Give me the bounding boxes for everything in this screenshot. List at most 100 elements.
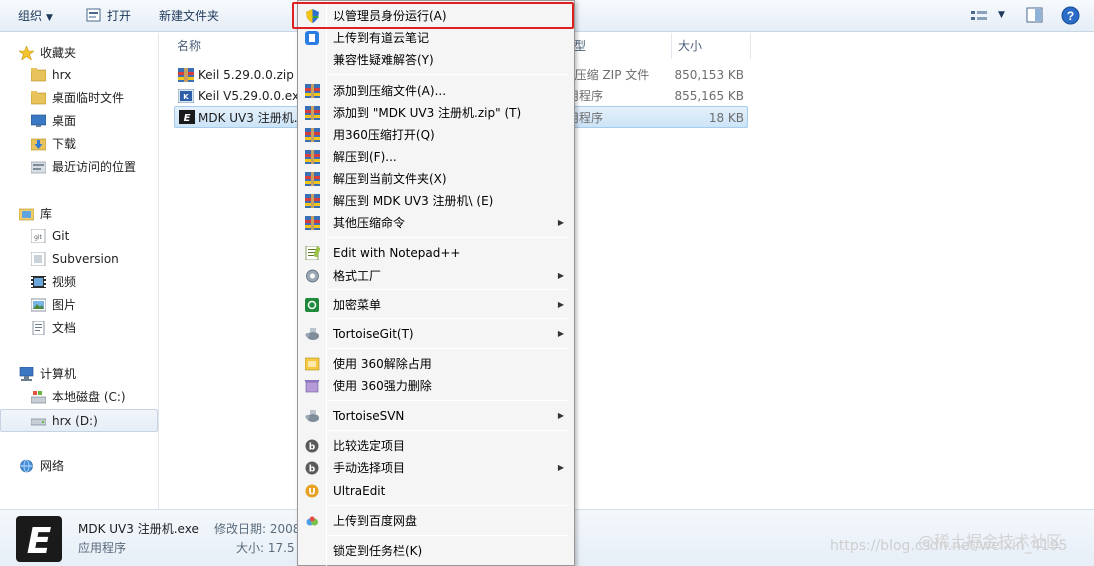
format-factory-icon	[305, 269, 320, 283]
nav-favorites[interactable]: 收藏夹	[0, 42, 158, 64]
menu-item-label: 比较选定项目	[333, 439, 406, 453]
nav-item-desktop-temp[interactable]: 桌面临时文件	[0, 87, 158, 109]
menu-item-label: 手动选择项目	[333, 461, 406, 475]
submenu-arrow-icon: ▶	[557, 218, 564, 227]
winrar-icon	[305, 84, 320, 98]
nav-network-label: 网络	[40, 459, 65, 473]
menu-item[interactable]: b 手动选择项目 ▶	[300, 457, 572, 479]
nav-item-videos[interactable]: 视频	[0, 271, 158, 293]
winrar-icon	[305, 106, 320, 120]
menu-item-label: 添加到 "MDK UV3 注册机.zip" (T)	[333, 106, 522, 120]
menu-item-label: 锁定到任务栏(K)	[333, 544, 423, 558]
preview-pane-icon[interactable]	[1026, 7, 1044, 24]
winrar-icon	[305, 128, 320, 142]
submenu-arrow-icon: ▶	[557, 411, 564, 420]
nav-network[interactable]: 网络	[0, 455, 158, 477]
keygen-icon: E	[16, 516, 62, 562]
column-divider[interactable]	[750, 33, 751, 59]
delete-360-icon	[305, 380, 319, 393]
youdao-note-icon	[305, 31, 320, 45]
organize-button[interactable]: 组织 ▼	[18, 0, 53, 32]
nav-item-git[interactable]: git Git	[0, 225, 158, 247]
menu-item[interactable]: 添加到压缩文件(A)...	[300, 80, 572, 102]
column-divider[interactable]	[671, 33, 672, 59]
documents-library-icon	[32, 321, 45, 335]
nav-item-label: 桌面临时文件	[52, 91, 125, 105]
baidu-cloud-icon	[305, 514, 320, 528]
nav-item-pictures[interactable]: 图片	[0, 294, 158, 316]
ultraedit-icon: U	[305, 484, 319, 498]
unlock-360-icon	[304, 357, 320, 371]
view-chevron-down-icon[interactable]: ▼	[998, 10, 1005, 20]
column-header-name[interactable]: 名称	[177, 38, 201, 54]
library-icon	[19, 208, 34, 221]
menu-item[interactable]: 锁定到任务栏(K)	[300, 540, 572, 562]
computer-icon	[19, 367, 34, 381]
ultraedit-icon: U	[305, 484, 320, 498]
menu-item[interactable]: 格式工厂 ▶	[300, 265, 572, 287]
menu-item[interactable]: 其他压缩命令 ▶	[300, 212, 572, 234]
navigation-pane: 收藏夹 hrx 桌面临时文件 桌面 下载 最近访问的位置 库 git Git S…	[0, 33, 159, 509]
view-options-icon[interactable]	[970, 9, 988, 23]
menu-item[interactable]: 上传到有道云笔记	[300, 27, 572, 49]
winrar-icon	[305, 150, 320, 164]
menu-item[interactable]: Edit with Notepad++	[300, 242, 572, 264]
menu-item[interactable]: 使用 360强力删除	[300, 375, 572, 397]
nav-item-downloads[interactable]: 下载	[0, 133, 158, 155]
menu-item[interactable]: 解压到(F)...	[300, 146, 572, 168]
menu-item-label: 解压到 MDK UV3 注册机\ (E)	[333, 194, 494, 208]
menu-separator	[328, 348, 568, 349]
menu-item[interactable]: 加密菜单 ▶	[300, 294, 572, 316]
menu-item[interactable]: 用360压缩打开(Q)	[300, 124, 572, 146]
menu-separator	[328, 505, 568, 506]
nav-computer[interactable]: 计算机	[0, 363, 158, 385]
encrypt-icon	[305, 298, 319, 312]
file-name: Keil 5.29.0.0.zip	[198, 68, 294, 82]
nav-libraries[interactable]: 库	[0, 203, 158, 225]
nav-item-drive-d[interactable]: hrx (D:)	[0, 409, 158, 432]
menu-item-label: TortoiseSVN	[333, 409, 405, 423]
youdao-note-icon	[305, 31, 319, 45]
menu-item[interactable]: 上传到百度网盘	[300, 510, 572, 532]
menu-item[interactable]: b 比较选定项目	[300, 435, 572, 457]
column-header-size[interactable]: 大小	[678, 38, 702, 54]
subversion-library-icon	[31, 252, 46, 266]
menu-item[interactable]: 添加到 "MDK UV3 注册机.zip" (T)	[300, 102, 572, 124]
menu-separator	[328, 318, 568, 319]
open-icon	[86, 8, 101, 22]
svg-text:U: U	[308, 488, 315, 498]
nav-item-recent[interactable]: 最近访问的位置	[0, 156, 158, 178]
nav-item-label: hrx (D:)	[52, 414, 98, 428]
menu-item[interactable]: 使用 360解除占用	[300, 353, 572, 375]
nav-item-label: hrx	[52, 68, 72, 82]
winrar-icon	[305, 216, 320, 230]
menu-item[interactable]: U UltraEdit	[300, 480, 572, 502]
nav-item-desktop[interactable]: 桌面	[0, 110, 158, 132]
baidu-cloud-icon	[306, 516, 318, 526]
menu-item[interactable]: 解压到 MDK UV3 注册机\ (E)	[300, 190, 572, 212]
nav-item-documents[interactable]: 文档	[0, 317, 158, 339]
menu-item-label: TortoiseGit(T)	[333, 327, 414, 341]
menu-item[interactable]: TortoiseSVN ▶	[300, 405, 572, 427]
svg-text:E: E	[184, 113, 191, 124]
nav-item-drive-c[interactable]: 本地磁盘 (C:)	[0, 386, 158, 408]
menu-item[interactable]: 兼容性疑难解答(Y)	[300, 49, 572, 71]
installer-icon: K	[178, 89, 194, 103]
menu-item[interactable]: TortoiseGit(T) ▶	[300, 323, 572, 345]
file-name: Keil V5.29.0.0.exe	[198, 89, 307, 103]
notepad-icon	[305, 245, 321, 261]
nav-item-hrx[interactable]: hrx	[0, 64, 158, 86]
menu-item-label: 格式工厂	[333, 269, 382, 283]
column-header-type[interactable]: 型	[574, 38, 586, 54]
menu-item[interactable]: 解压到当前文件夹(X)	[300, 168, 572, 190]
menu-item-label: 加密菜单	[333, 298, 382, 312]
nav-item-subversion[interactable]: Subversion	[0, 248, 158, 270]
format-factory-icon	[306, 269, 319, 283]
new-folder-button[interactable]: 新建文件夹	[159, 0, 219, 32]
nav-item-label: 文档	[52, 321, 77, 335]
highlight-annotation	[292, 2, 574, 29]
help-icon[interactable]: ?	[1061, 6, 1080, 25]
winrar-icon	[305, 84, 320, 98]
winrar-icon	[305, 128, 320, 142]
menu-separator	[328, 289, 568, 290]
